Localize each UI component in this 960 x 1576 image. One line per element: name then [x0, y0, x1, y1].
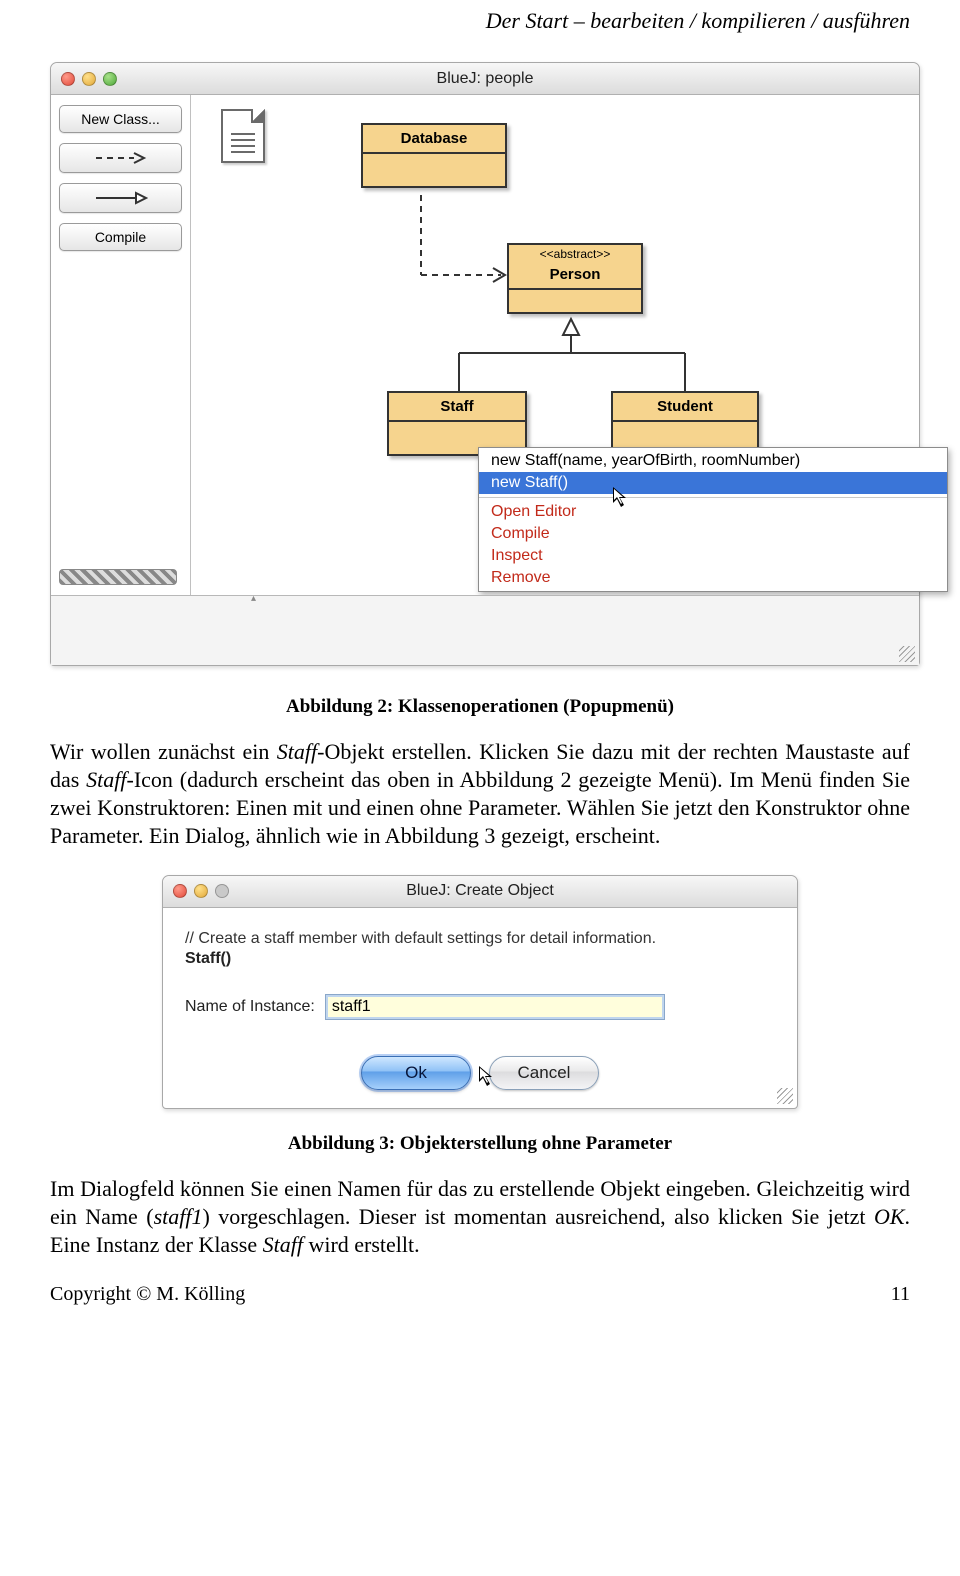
class-name-label: Database: [363, 125, 505, 154]
figure-2-bluej-window: BlueJ: people New Class...: [50, 62, 920, 666]
menu-item-open-editor[interactable]: Open Editor: [479, 501, 947, 523]
stereotype-label: <<abstract>>: [509, 245, 641, 261]
figure-3-create-object-dialog: BlueJ: Create Object // Create a staff m…: [162, 875, 798, 1109]
copyright: Copyright © M. Kölling: [50, 1283, 245, 1306]
menu-item-inspect[interactable]: Inspect: [479, 545, 947, 567]
class-name-label: Student: [613, 393, 757, 422]
menu-divider: [479, 497, 947, 498]
page-header: Der Start – bearbeiten / kompilieren / a…: [50, 8, 910, 34]
context-menu: new Staff(name, yearOfBirth, roomNumber)…: [478, 447, 948, 592]
class-database[interactable]: Database: [361, 123, 507, 188]
figure-3-caption: Abbildung 3: Objekterstellung ohne Param…: [50, 1133, 910, 1155]
close-icon[interactable]: [61, 72, 75, 86]
menu-item-new-staff[interactable]: new Staff(): [479, 472, 947, 494]
window-title: BlueJ: people: [51, 70, 919, 88]
progress-bar: [59, 569, 177, 585]
instance-name-input[interactable]: [325, 994, 665, 1020]
class-person[interactable]: <<abstract>> Person: [507, 243, 643, 314]
paragraph-2: Im Dialogfeld können Sie einen Namen für…: [50, 1175, 910, 1259]
inherits-arrow-button[interactable]: [59, 183, 182, 213]
resize-grip-icon[interactable]: [777, 1088, 793, 1104]
close-icon[interactable]: [173, 884, 187, 898]
menu-item-remove[interactable]: Remove: [479, 567, 947, 589]
paragraph-1: Wir wollen zunächst ein Staff-Objekt ers…: [50, 738, 910, 851]
minimize-icon[interactable]: [194, 884, 208, 898]
window-titlebar[interactable]: BlueJ: people: [51, 63, 919, 95]
ok-button[interactable]: Ok: [361, 1056, 471, 1090]
minimize-icon[interactable]: [82, 72, 96, 86]
dialog-titlebar[interactable]: BlueJ: Create Object: [163, 876, 797, 908]
uses-arrow-button[interactable]: [59, 143, 182, 173]
solid-arrow-icon: [94, 191, 148, 205]
class-diagram[interactable]: Database <<abstract>> Person Staff Stude…: [191, 95, 919, 595]
splitter-handle-icon[interactable]: ▴: [251, 593, 256, 604]
dashed-arrow-icon: [94, 151, 148, 165]
cursor-icon: [479, 1066, 495, 1088]
dialog-title: BlueJ: Create Object: [163, 882, 797, 900]
cancel-button[interactable]: Cancel: [489, 1056, 599, 1090]
object-bench[interactable]: ▴: [51, 595, 919, 665]
figure-2-caption: Abbildung 2: Klassenoperationen (Popupme…: [50, 696, 910, 718]
zoom-icon[interactable]: [103, 72, 117, 86]
page-footer: Copyright © M. Kölling 11: [50, 1283, 910, 1306]
menu-item-new-staff-params[interactable]: new Staff(name, yearOfBirth, roomNumber): [479, 450, 947, 472]
resize-grip-icon[interactable]: [899, 646, 915, 662]
instance-name-label: Name of Instance:: [185, 998, 315, 1016]
class-name-label: Person: [509, 261, 641, 290]
cursor-icon: [613, 487, 629, 509]
page-number: 11: [891, 1283, 910, 1306]
sidebar: New Class... Compile: [51, 95, 191, 595]
class-name-label: Staff: [389, 393, 525, 422]
compile-button[interactable]: Compile: [59, 223, 182, 251]
constructor-signature: Staff(): [185, 950, 775, 968]
new-class-button[interactable]: New Class...: [59, 105, 182, 133]
constructor-description: // Create a staff member with default se…: [185, 930, 775, 948]
zoom-disabled-icon: [215, 884, 229, 898]
menu-item-compile[interactable]: Compile: [479, 523, 947, 545]
